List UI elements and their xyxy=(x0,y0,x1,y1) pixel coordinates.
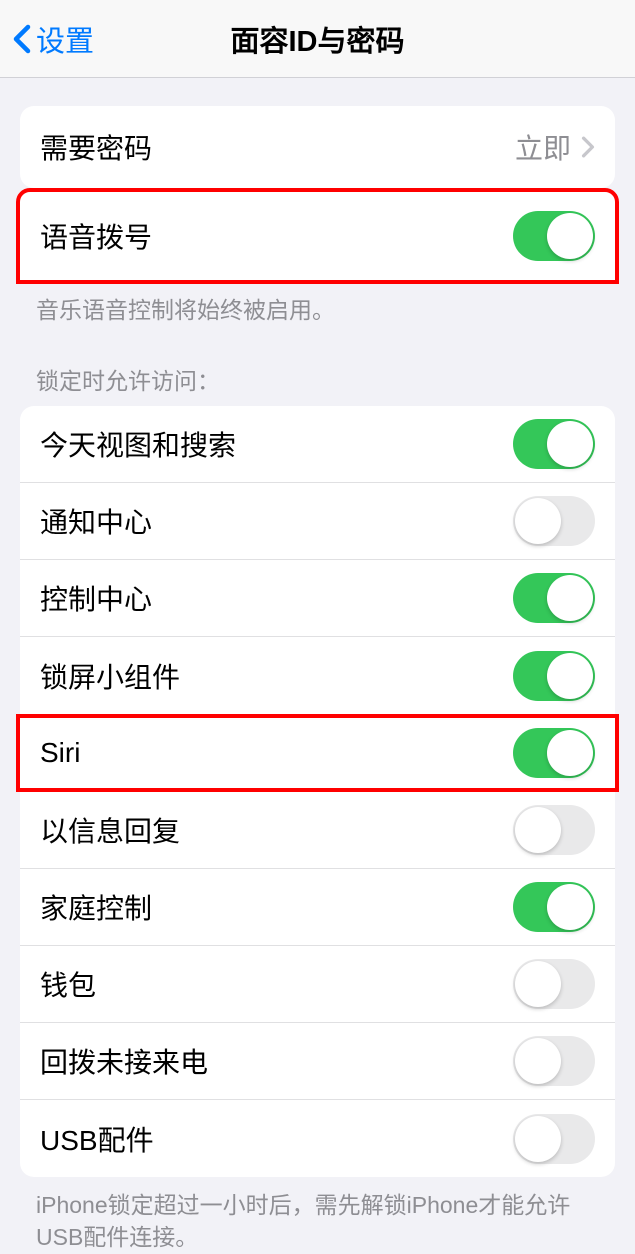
voice-dial-label: 语音拨号 xyxy=(40,216,513,256)
reply-message-row: 以信息回复 xyxy=(20,792,615,869)
today-view-toggle[interactable] xyxy=(513,419,595,469)
siri-toggle[interactable] xyxy=(513,728,595,778)
reply-message-toggle[interactable] xyxy=(513,805,595,855)
control-center-toggle[interactable] xyxy=(513,573,595,623)
wallet-toggle[interactable] xyxy=(513,959,595,1009)
lock-widgets-row: 锁屏小组件 xyxy=(20,637,615,714)
home-control-row: 家庭控制 xyxy=(20,869,615,946)
chevron-left-icon xyxy=(12,24,32,54)
allow-access-group-1: 今天视图和搜索 通知中心 控制中心 锁屏小组件 xyxy=(20,406,615,714)
home-control-toggle[interactable] xyxy=(513,882,595,932)
reply-message-label: 以信息回复 xyxy=(40,810,513,850)
page-title: 面容ID与密码 xyxy=(0,18,635,60)
require-passcode-label: 需要密码 xyxy=(40,127,515,167)
back-button[interactable]: 设置 xyxy=(12,18,94,60)
notification-center-label: 通知中心 xyxy=(40,501,513,541)
return-missed-label: 回拨未接来电 xyxy=(40,1041,513,1081)
allow-access-header: 锁定时允许访问： xyxy=(0,326,635,406)
wallet-row: 钱包 xyxy=(20,946,615,1023)
navigation-bar: 设置 面容ID与密码 xyxy=(0,0,635,78)
siri-label: Siri xyxy=(40,737,513,769)
return-missed-toggle[interactable] xyxy=(513,1036,595,1086)
allow-access-group-2: 以信息回复 家庭控制 钱包 回拨未接来电 USB配件 xyxy=(20,792,615,1177)
voice-dial-footer: 音乐语音控制将始终被启用。 xyxy=(0,284,635,326)
require-passcode-group: 需要密码 立即 xyxy=(20,106,615,188)
voice-dial-toggle[interactable] xyxy=(513,211,595,261)
control-center-label: 控制中心 xyxy=(40,578,513,618)
siri-row: Siri xyxy=(20,718,615,788)
return-missed-row: 回拨未接来电 xyxy=(20,1023,615,1100)
notification-center-row: 通知中心 xyxy=(20,483,615,560)
usb-accessories-label: USB配件 xyxy=(40,1119,513,1159)
require-passcode-row[interactable]: 需要密码 立即 xyxy=(20,106,615,188)
chevron-right-icon xyxy=(581,136,595,158)
require-passcode-value: 立即 xyxy=(515,127,571,167)
today-view-row: 今天视图和搜索 xyxy=(20,406,615,483)
voice-dial-row: 语音拨号 xyxy=(20,192,615,280)
lock-widgets-label: 锁屏小组件 xyxy=(40,656,513,696)
lock-widgets-toggle[interactable] xyxy=(513,651,595,701)
back-label: 设置 xyxy=(36,18,94,60)
usb-accessories-toggle[interactable] xyxy=(513,1114,595,1164)
control-center-row: 控制中心 xyxy=(20,560,615,637)
usb-accessories-row: USB配件 xyxy=(20,1100,615,1177)
siri-highlight: Siri xyxy=(16,714,619,792)
voice-dial-highlight: 语音拨号 xyxy=(16,188,619,284)
usb-footer: iPhone锁定超过一小时后，需先解锁iPhone才能允许USB配件连接。 xyxy=(0,1177,635,1253)
home-control-label: 家庭控制 xyxy=(40,887,513,927)
wallet-label: 钱包 xyxy=(40,964,513,1004)
notification-center-toggle[interactable] xyxy=(513,496,595,546)
today-view-label: 今天视图和搜索 xyxy=(40,424,513,464)
